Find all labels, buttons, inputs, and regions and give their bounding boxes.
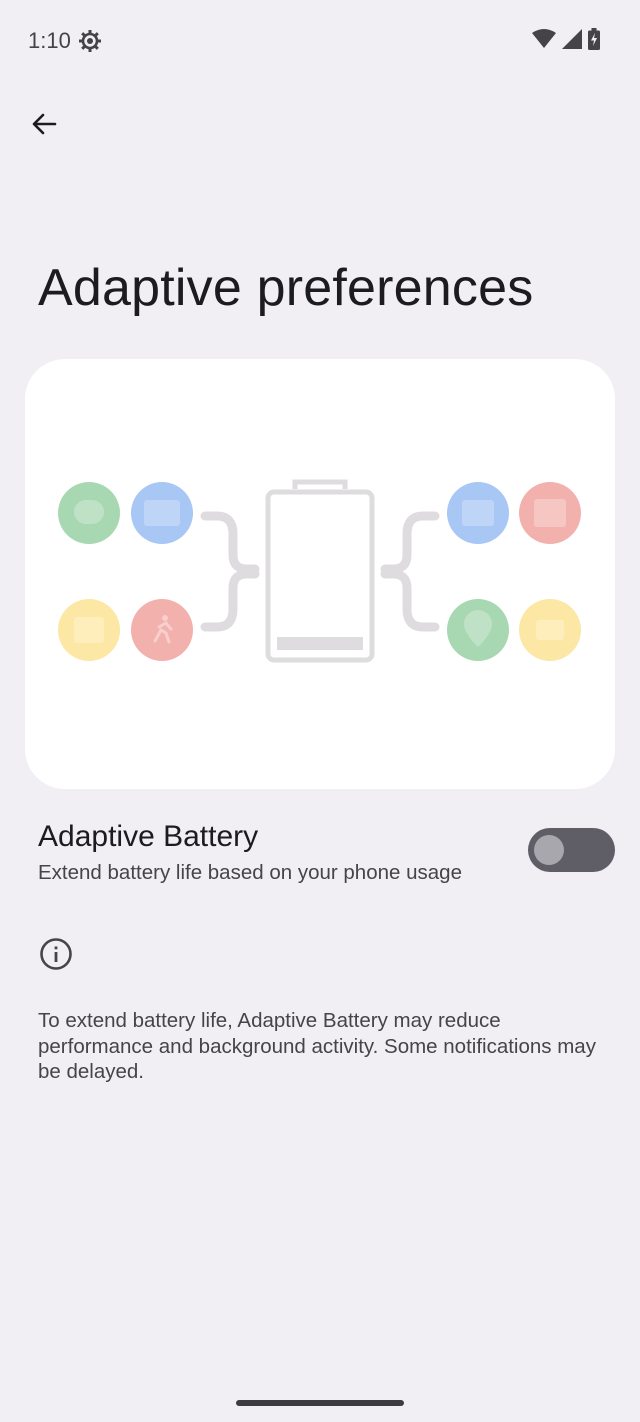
adaptive-battery-title: Adaptive Battery xyxy=(38,820,259,853)
app-icon-red-photo xyxy=(519,482,581,544)
app-icon-blue-calendar xyxy=(447,482,509,544)
adaptive-battery-summary: Extend battery life based on your phone … xyxy=(38,861,462,884)
footer-description: To extend battery life, Adaptive Battery… xyxy=(38,1009,596,1083)
adaptive-preferences-screen: 1:10 Adaptive preferences Adaptive Batte… xyxy=(0,0,640,1422)
app-icon-yellow-bag xyxy=(58,599,120,661)
app-icon-red-runner xyxy=(131,599,193,661)
settings-gear-icon xyxy=(79,30,101,52)
app-icon-blue-mail xyxy=(131,482,193,544)
app-icon-green-maps xyxy=(447,599,509,661)
adaptive-battery-illustration xyxy=(58,479,581,663)
back-button[interactable] xyxy=(22,104,66,144)
info-icon xyxy=(40,938,72,970)
wifi-icon xyxy=(532,29,556,48)
toggle-thumb xyxy=(534,835,564,865)
status-icons xyxy=(532,28,600,50)
status-time: 1:10 xyxy=(28,28,71,53)
cellular-signal-icon xyxy=(562,29,582,49)
connector-lines xyxy=(200,511,440,632)
illustration-card xyxy=(25,359,615,789)
page-title: Adaptive preferences xyxy=(38,259,534,317)
arrow-back-icon xyxy=(32,113,57,135)
app-icon-yellow-card xyxy=(519,599,581,661)
battery-outline-icon xyxy=(265,479,375,663)
battery-charging-icon xyxy=(588,28,600,50)
adaptive-battery-toggle[interactable] xyxy=(528,828,615,872)
adaptive-battery-row[interactable]: Adaptive Battery Extend battery life bas… xyxy=(0,812,640,902)
app-icon-green-chat xyxy=(58,482,120,544)
navigation-handle[interactable] xyxy=(236,1400,404,1406)
